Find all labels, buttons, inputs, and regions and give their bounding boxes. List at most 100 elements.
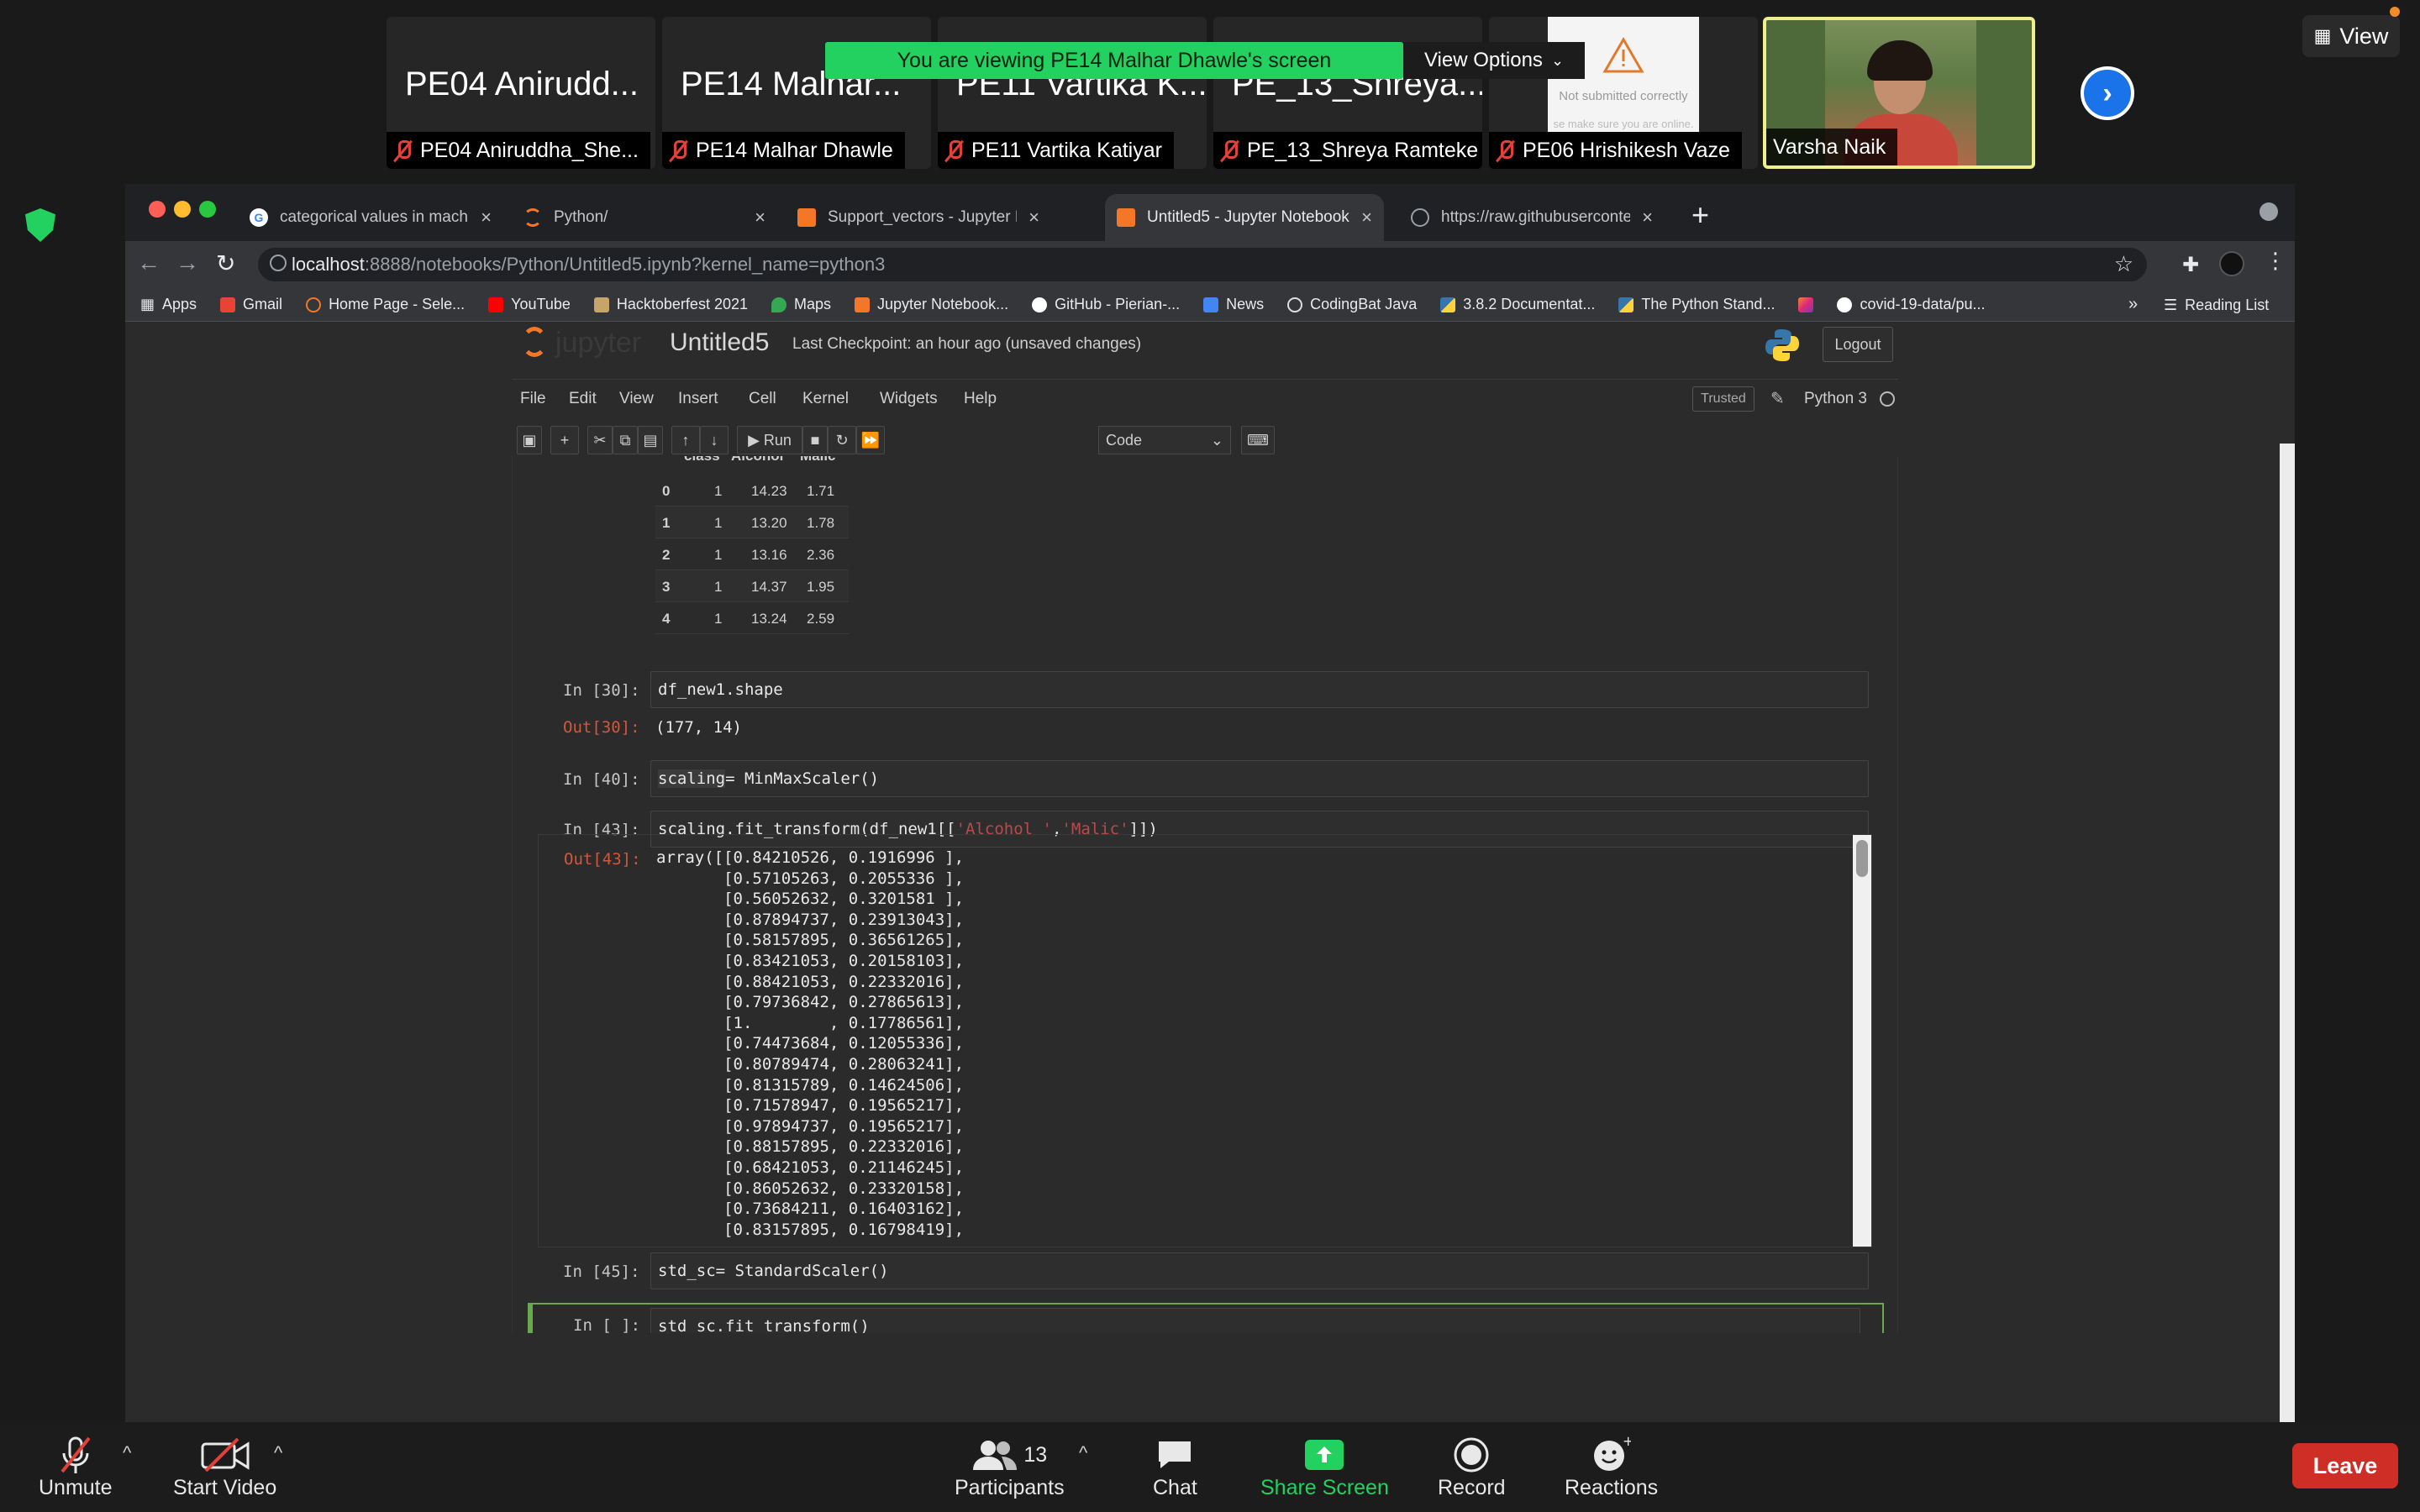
menu-file[interactable]: File bbox=[520, 390, 546, 408]
scrollbar-thumb[interactable] bbox=[1856, 840, 1868, 877]
close-icon[interactable]: × bbox=[481, 207, 492, 228]
url-host: localhost bbox=[292, 254, 365, 275]
restart-run-all-icon[interactable]: ⏩ bbox=[856, 426, 885, 454]
bookmark-instagram[interactable] bbox=[1798, 297, 1814, 312]
page-scrollbar[interactable] bbox=[2280, 444, 2295, 1423]
copy-icon[interactable]: ⧉ bbox=[613, 426, 638, 454]
trusted-indicator[interactable]: Trusted bbox=[1692, 386, 1754, 412]
menu-insert[interactable]: Insert bbox=[678, 390, 718, 408]
participant-tile-1[interactable]: PE04 Anirudd... PE04 Aniruddha_She... bbox=[387, 17, 655, 169]
record-button[interactable]: Record bbox=[1438, 1434, 1506, 1500]
jupyter-logo-icon[interactable] bbox=[522, 327, 547, 357]
forward-arrow-icon[interactable]: → bbox=[176, 249, 199, 276]
bookmark-gmail[interactable]: Gmail bbox=[220, 296, 282, 313]
run-button[interactable]: ▶ Run bbox=[737, 426, 802, 454]
view-button[interactable]: ▦ View bbox=[2302, 15, 2400, 57]
bookmark-python-docs[interactable]: 3.8.2 Documentat... bbox=[1440, 296, 1595, 313]
bookmark-maps[interactable]: Maps bbox=[771, 296, 831, 313]
security-shield-icon[interactable] bbox=[25, 208, 55, 242]
minimize-window-icon[interactable] bbox=[174, 201, 191, 218]
chevron-up-icon[interactable]: ^ bbox=[1079, 1442, 1087, 1464]
restart-icon[interactable]: ↻ bbox=[828, 426, 856, 454]
output-scrollbar[interactable] bbox=[1853, 835, 1871, 1247]
participant-tile-5[interactable]: Not submitted correctly se make sure you… bbox=[1489, 17, 1758, 169]
scrollable-output[interactable]: Out[43]: array([[0.84210526, 0.1916996 ]… bbox=[538, 834, 1872, 1247]
bookmark-star-icon[interactable]: ☆ bbox=[2114, 251, 2133, 277]
extensions-puzzle-icon[interactable]: ✚ bbox=[2182, 253, 2199, 277]
tab-untitled5[interactable]: Untitled5 - Jupyter Notebook × bbox=[1105, 194, 1384, 241]
close-icon[interactable]: × bbox=[755, 207, 765, 228]
address-bar[interactable]: localhost:8888/notebooks/Python/Untitled… bbox=[258, 248, 2147, 281]
kernel-name[interactable]: Python 3 bbox=[1804, 390, 1867, 408]
participant-tile-3[interactable]: PE11 Vartika K... PE11 Vartika Katiyar bbox=[938, 17, 1207, 169]
keyboard-icon[interactable]: ⌨ bbox=[1241, 426, 1275, 454]
participants-button[interactable]: 13 Participants bbox=[955, 1434, 1065, 1500]
chat-button[interactable]: Chat bbox=[1153, 1434, 1197, 1500]
bookmark-github-pierian[interactable]: GitHub - Pierian-... bbox=[1032, 296, 1180, 313]
new-tab-icon[interactable]: + bbox=[1691, 197, 1709, 233]
site-info-icon[interactable] bbox=[270, 255, 287, 271]
bookmarks-overflow-icon[interactable]: » bbox=[2128, 295, 2138, 314]
menu-help[interactable]: Help bbox=[964, 390, 997, 408]
chevron-up-icon[interactable]: ^ bbox=[274, 1442, 282, 1464]
bookmark-youtube[interactable]: YouTube bbox=[488, 296, 571, 313]
bookmark-label: Home Page - Sele... bbox=[329, 296, 466, 312]
profile-avatar[interactable] bbox=[2219, 251, 2244, 276]
insert-cell-icon[interactable]: + bbox=[550, 426, 579, 454]
reading-list[interactable]: ☰ Reading List bbox=[2164, 297, 2269, 314]
move-down-icon[interactable]: ↓ bbox=[700, 426, 729, 454]
edit-pencil-icon[interactable]: ✎ bbox=[1770, 388, 1785, 409]
move-up-icon[interactable]: ↑ bbox=[671, 426, 700, 454]
close-icon[interactable]: × bbox=[1642, 207, 1653, 228]
logout-button[interactable]: Logout bbox=[1823, 327, 1893, 362]
stop-icon[interactable]: ■ bbox=[802, 426, 828, 454]
menu-view[interactable]: View bbox=[619, 390, 654, 408]
jupyter-logo-text[interactable]: jupyter bbox=[555, 327, 641, 360]
view-options-button[interactable]: View Options ⌄ bbox=[1403, 42, 1585, 79]
bookmark-python-standard[interactable]: The Python Stand... bbox=[1618, 296, 1775, 313]
menu-widgets[interactable]: Widgets bbox=[880, 390, 938, 408]
unmute-button[interactable]: Unmute bbox=[39, 1434, 113, 1500]
start-video-button[interactable]: Start Video bbox=[173, 1434, 276, 1500]
save-icon[interactable]: ▣ bbox=[517, 426, 542, 454]
reload-icon[interactable]: ↻ bbox=[216, 249, 235, 277]
tab-python-folder[interactable]: Python/ × bbox=[512, 194, 777, 241]
code-cell-input[interactable]: scaling= MinMaxScaler() bbox=[650, 760, 1869, 797]
cell-type-select[interactable]: Code ⌄ bbox=[1098, 426, 1231, 454]
close-icon[interactable]: × bbox=[1028, 207, 1039, 228]
more-menu-icon[interactable]: ⋮ bbox=[2265, 248, 2286, 274]
code-cell-input[interactable]: std_sc= StandardScaler() bbox=[650, 1252, 1869, 1289]
next-page-arrow-icon[interactable]: › bbox=[2081, 66, 2134, 120]
participant-tile-4[interactable]: PE_13_Shreya... PE_13_Shreya Ramteke bbox=[1213, 17, 1482, 169]
reactions-button[interactable]: + Reactions bbox=[1565, 1434, 1658, 1500]
code-cell-input[interactable]: std_sc.fit_transform() bbox=[650, 1308, 1860, 1333]
bookmark-jupyter-notebook[interactable]: Jupyter Notebook... bbox=[855, 296, 1008, 313]
participant-tile-active-speaker[interactable]: Varsha Naik bbox=[1763, 17, 2035, 169]
participant-tile-2[interactable]: PE14 Malhar... PE14 Malhar Dhawle bbox=[662, 17, 931, 169]
tab-raw-github[interactable]: https://raw.githubusercontent. × bbox=[1399, 194, 1665, 241]
bookmark-news[interactable]: News bbox=[1203, 296, 1264, 313]
maximize-window-icon[interactable] bbox=[199, 201, 216, 218]
tab-search-icon[interactable] bbox=[2260, 202, 2278, 221]
bookmark-codingbat[interactable]: CodingBat Java bbox=[1287, 296, 1417, 313]
chevron-up-icon[interactable]: ^ bbox=[123, 1442, 131, 1464]
notebook-name[interactable]: Untitled5 bbox=[670, 328, 769, 357]
close-icon[interactable]: × bbox=[1361, 207, 1372, 228]
bookmark-home-page[interactable]: Home Page - Sele... bbox=[306, 296, 465, 313]
cut-icon[interactable]: ✂ bbox=[587, 426, 613, 454]
tab-categorical-values[interactable]: G categorical values in machine l × bbox=[238, 194, 503, 241]
leave-button[interactable]: Leave bbox=[2292, 1443, 2398, 1488]
close-window-icon[interactable] bbox=[149, 201, 166, 218]
paste-icon[interactable]: ▤ bbox=[638, 426, 663, 454]
bookmark-hacktoberfest[interactable]: Hacktoberfest 2021 bbox=[593, 296, 748, 313]
bookmark-covid-data[interactable]: covid-19-data/pu... bbox=[1837, 296, 1986, 313]
menu-kernel[interactable]: Kernel bbox=[802, 390, 849, 408]
menu-edit[interactable]: Edit bbox=[569, 390, 597, 408]
table-row: 3 1 14.37 1.95 bbox=[655, 570, 849, 602]
share-screen-button[interactable]: Share Screen bbox=[1260, 1434, 1389, 1500]
code-cell-input[interactable]: df_new1.shape bbox=[650, 671, 1869, 708]
tab-support-vectors[interactable]: Support_vectors - Jupyter Not × bbox=[786, 194, 1051, 241]
back-arrow-icon[interactable]: ← bbox=[137, 249, 160, 276]
bookmark-apps[interactable]: ▦ Apps bbox=[140, 296, 197, 313]
menu-cell[interactable]: Cell bbox=[749, 390, 776, 408]
